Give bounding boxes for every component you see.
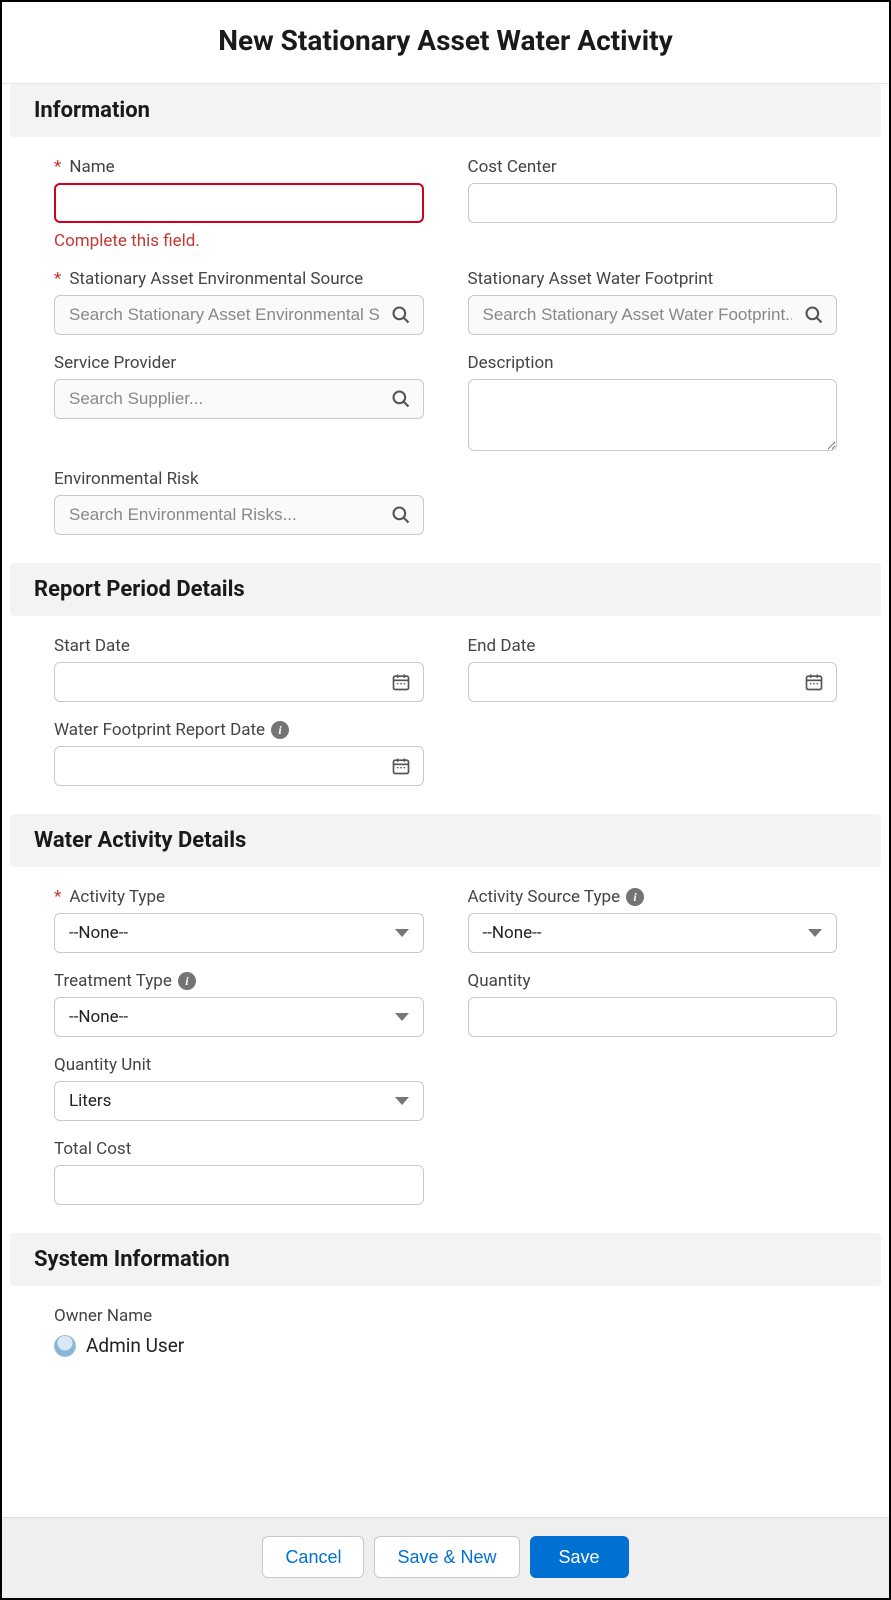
start-date-field[interactable] [69, 663, 379, 701]
description-label: Description [468, 353, 554, 373]
name-error: Complete this field. [54, 231, 424, 251]
treatment-type-value: --None-- [69, 1007, 128, 1027]
required-marker: * [54, 269, 61, 289]
quantity-unit-label: Quantity Unit [54, 1055, 151, 1075]
activity-source-type-label: Activity Source Type [468, 887, 621, 907]
env-risk-label: Environmental Risk [54, 469, 199, 489]
service-provider-label: Service Provider [54, 353, 176, 373]
modal-footer: Cancel Save & New Save [2, 1517, 889, 1598]
section-header-report: Report Period Details [10, 563, 881, 616]
end-date-input[interactable] [468, 662, 838, 702]
required-marker: * [54, 157, 61, 177]
chevron-down-icon [808, 929, 822, 937]
save-and-new-button[interactable]: Save & New [374, 1536, 519, 1578]
chevron-down-icon [395, 1097, 409, 1105]
name-input-wrapper [54, 183, 424, 223]
search-icon [391, 305, 411, 325]
info-icon[interactable]: i [178, 972, 196, 990]
wf-report-date-field[interactable] [69, 747, 379, 785]
search-icon [391, 505, 411, 525]
service-provider-lookup[interactable] [54, 379, 424, 419]
search-icon [804, 305, 824, 325]
calendar-icon [391, 756, 411, 776]
water-footprint-label: Stationary Asset Water Footprint [468, 269, 714, 289]
treatment-type-label: Treatment Type [54, 971, 172, 991]
save-button[interactable]: Save [530, 1536, 629, 1578]
chevron-down-icon [395, 929, 409, 937]
quantity-unit-value: Liters [69, 1091, 111, 1111]
cancel-button[interactable]: Cancel [262, 1536, 364, 1578]
info-icon[interactable]: i [271, 721, 289, 739]
owner-name-label: Owner Name [54, 1306, 152, 1326]
end-date-field[interactable] [483, 663, 793, 701]
start-date-input[interactable] [54, 662, 424, 702]
page-title: New Stationary Asset Water Activity [22, 24, 869, 57]
env-source-label: Stationary Asset Environmental Source [69, 269, 363, 289]
water-footprint-input[interactable] [483, 296, 793, 334]
env-source-lookup[interactable] [54, 295, 424, 335]
section-header-information: Information [10, 84, 881, 137]
quantity-label: Quantity [468, 971, 531, 991]
section-title: Report Period Details [34, 577, 857, 602]
search-icon [391, 389, 411, 409]
avatar [54, 1335, 76, 1357]
activity-source-type-select[interactable]: --None-- [468, 913, 838, 953]
env-risk-input[interactable] [69, 496, 379, 534]
activity-type-value: --None-- [69, 923, 128, 943]
activity-type-select[interactable]: --None-- [54, 913, 424, 953]
wf-report-date-label: Water Footprint Report Date [54, 720, 265, 740]
info-icon[interactable]: i [626, 888, 644, 906]
water-footprint-lookup[interactable] [468, 295, 838, 335]
description-textarea[interactable] [468, 379, 838, 451]
section-title: System Information [34, 1247, 857, 1272]
activity-type-label: Activity Type [69, 887, 165, 907]
env-source-input[interactable] [69, 296, 379, 334]
service-provider-input[interactable] [69, 380, 379, 418]
name-label: Name [69, 157, 114, 177]
cost-center-input[interactable] [483, 184, 823, 222]
total-cost-wrapper [54, 1165, 424, 1205]
cost-center-label: Cost Center [468, 157, 557, 177]
quantity-input[interactable] [483, 998, 823, 1036]
modal-header: New Stationary Asset Water Activity [2, 2, 889, 84]
treatment-type-select[interactable]: --None-- [54, 997, 424, 1037]
total-cost-label: Total Cost [54, 1139, 131, 1159]
section-header-water: Water Activity Details [10, 814, 881, 867]
section-title: Water Activity Details [34, 828, 857, 853]
section-title: Information [34, 98, 857, 123]
quantity-unit-select[interactable]: Liters [54, 1081, 424, 1121]
chevron-down-icon [395, 1013, 409, 1021]
activity-source-type-value: --None-- [483, 923, 542, 943]
required-marker: * [54, 887, 61, 907]
calendar-icon [804, 672, 824, 692]
owner-name-value: Admin User [86, 1334, 184, 1357]
section-header-system: System Information [10, 1233, 881, 1286]
quantity-wrapper [468, 997, 838, 1037]
calendar-icon [391, 672, 411, 692]
name-input[interactable] [70, 185, 408, 221]
end-date-label: End Date [468, 636, 536, 656]
start-date-label: Start Date [54, 636, 130, 656]
cost-center-wrapper [468, 183, 838, 223]
scroll-area[interactable]: New Stationary Asset Water Activity Info… [2, 2, 889, 1517]
total-cost-input[interactable] [69, 1166, 409, 1204]
wf-report-date-input[interactable] [54, 746, 424, 786]
env-risk-lookup[interactable] [54, 495, 424, 535]
